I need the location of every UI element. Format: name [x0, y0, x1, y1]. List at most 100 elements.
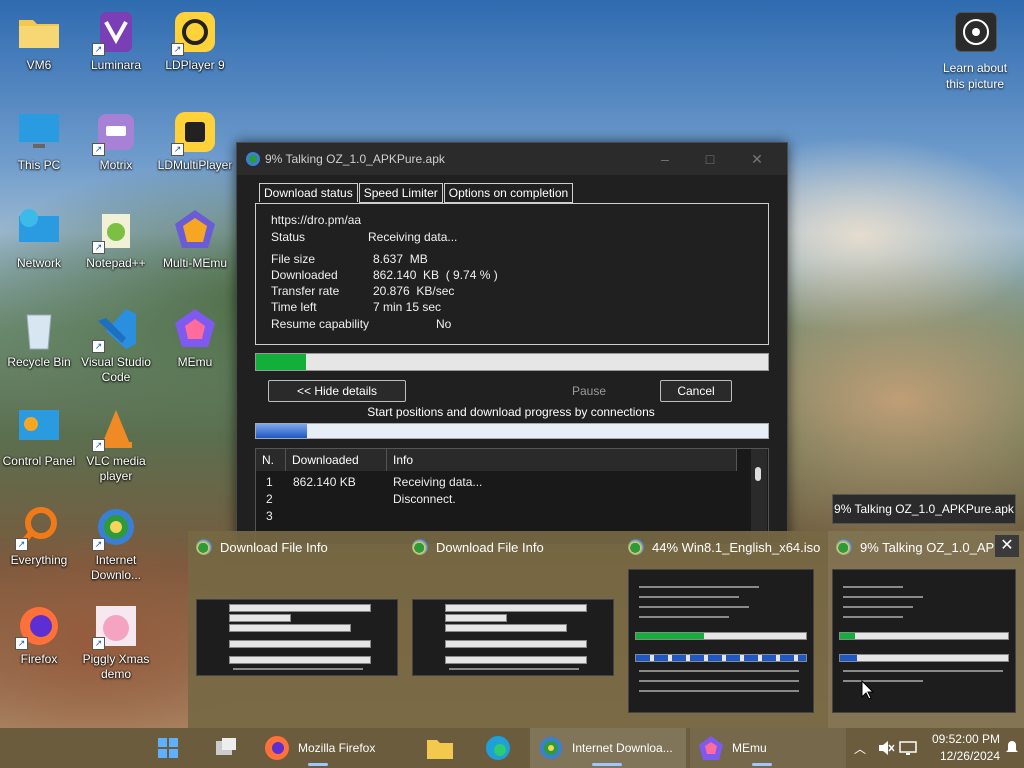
taskbar: Mozilla Firefox Internet Downloa... MEmu…: [0, 728, 1024, 768]
desktop-icon-label: Motrix: [99, 158, 133, 172]
taskbar-edge[interactable]: [478, 728, 518, 768]
minimize-button[interactable]: –: [657, 151, 673, 167]
desktop-icon-label: This PC: [17, 158, 61, 172]
learn-about-picture-label: Learn about this picture: [942, 61, 1008, 91]
time-left-value: 7 min 15 sec: [373, 300, 442, 314]
shortcut-arrow-icon: ↗: [92, 241, 105, 254]
maximize-button[interactable]: □: [702, 151, 718, 167]
thumbnail-download-file-info-2[interactable]: Download File Info: [404, 531, 619, 728]
row-number: 1: [266, 475, 273, 489]
notification-bell-icon: [1006, 741, 1018, 752]
table-row[interactable]: 3: [256, 509, 746, 526]
control-panel-icon: [17, 406, 61, 450]
everything-icon: ↗: [15, 505, 61, 551]
notifications-button[interactable]: [1004, 728, 1020, 768]
status-label: Status: [271, 230, 306, 244]
downloaded-label: Downloaded: [271, 268, 338, 282]
desktop-icon-recycle-bin[interactable]: Recycle Bin: [0, 307, 78, 370]
desktop-icon-idm[interactable]: ↗ Internet Downlo...: [77, 505, 155, 583]
close-button[interactable]: ✕: [749, 151, 765, 167]
task-view-icon: [216, 738, 236, 755]
cancel-button[interactable]: Cancel: [660, 380, 732, 402]
start-button[interactable]: [150, 728, 186, 768]
piggly-icon: ↗: [92, 604, 138, 650]
desktop-icon-vm6[interactable]: VM6: [0, 10, 78, 73]
memu-icon: [173, 307, 217, 351]
vscode-icon: ↗: [92, 307, 138, 353]
network-status-button[interactable]: [898, 728, 918, 768]
system-clock[interactable]: 09:52:00 PM 12/26/2024: [920, 731, 1000, 765]
task-view-button[interactable]: [206, 728, 246, 768]
download-status-panel: https://dro.pm/aa Status Receiving data.…: [255, 203, 769, 345]
taskbar-memu[interactable]: MEmu: [690, 728, 846, 768]
tab-bar: Download status Speed Limiter Options on c…: [259, 183, 574, 203]
learn-about-picture-button[interactable]: [955, 12, 997, 52]
row-info: Disconnect.: [393, 492, 456, 506]
desktop-icon-memu[interactable]: MEmu: [156, 307, 234, 370]
thumbnail-win81-iso[interactable]: 44% Win8.1_English_x64.iso: [620, 531, 820, 728]
desktop-icon-label: LDPlayer 9: [165, 58, 225, 72]
idm-icon: ↗: [92, 505, 138, 551]
desktop-icon-control-panel[interactable]: Control Panel: [0, 406, 78, 469]
transfer-rate-value: 20.876 KB/sec: [373, 284, 455, 298]
shortcut-arrow-icon: ↗: [171, 43, 184, 56]
desktop-icon-motrix[interactable]: ↗ Motrix: [77, 110, 155, 173]
thumbnail-preview: [196, 599, 398, 676]
taskbar-firefox[interactable]: Mozilla Firefox: [258, 728, 394, 768]
scrollbar-thumb[interactable]: [755, 467, 761, 481]
desktop-icon-ldmultiplayer[interactable]: ↗ LDMultiPlayer: [156, 110, 234, 173]
table-row[interactable]: 1 862.140 KB Receiving data...: [256, 475, 746, 492]
tab-download-status[interactable]: Download status: [259, 183, 358, 202]
hide-details-button[interactable]: << Hide details: [268, 380, 406, 402]
show-hidden-icons-button[interactable]: ︿: [852, 728, 868, 768]
taskbar-item-label: Mozilla Firefox: [298, 741, 376, 755]
desktop-icon-luminara[interactable]: ↗ Luminara: [77, 10, 155, 73]
shortcut-arrow-icon: ↗: [92, 143, 105, 156]
taskbar-internet-download-manager[interactable]: Internet Downloa...: [530, 728, 686, 768]
thumbnail-talking-oz[interactable]: 9% Talking OZ_1.0_APK...: [828, 531, 1024, 728]
row-info: Receiving data...: [393, 475, 483, 489]
close-thumbnail-button[interactable]: ✕: [995, 535, 1019, 557]
desktop-icon-vlc[interactable]: ↗ VLC media player: [77, 406, 155, 484]
column-header-downloaded[interactable]: Downloaded: [286, 449, 387, 471]
shortcut-arrow-icon: ↗: [92, 340, 105, 353]
desktop-icon-this-pc[interactable]: This PC: [0, 110, 78, 173]
desktop-icon-vscode[interactable]: ↗ Visual Studio Code: [77, 307, 155, 385]
desktop-icon-label: VM6: [26, 58, 52, 72]
window-titlebar[interactable]: 9% Talking OZ_1.0_APKPure.apk – □ ✕: [237, 143, 787, 175]
ldmultiplayer-icon: ↗: [171, 110, 217, 156]
desktop-icon-label: Notepad++: [86, 256, 146, 270]
desktop-icon-multi-memu[interactable]: Multi-MEmu: [156, 208, 234, 271]
thumbnail-download-file-info-1[interactable]: Download File Info: [188, 531, 403, 728]
window-title: 9% Talking OZ_1.0_APKPure.apk: [265, 152, 445, 166]
file-size-value: 8.637 MB: [373, 252, 428, 266]
idm-icon: [412, 539, 428, 555]
desktop-icon-everything[interactable]: ↗ Everything: [0, 505, 78, 568]
thumbnail-title: Download File Info: [220, 539, 328, 555]
shortcut-arrow-icon: ↗: [92, 43, 105, 56]
tab-speed-limiter[interactable]: Speed Limiter: [358, 183, 443, 203]
desktop-icon-notepadpp[interactable]: ↗ Notepad++: [77, 208, 155, 271]
desktop-icon-firefox[interactable]: ↗ Firefox: [0, 604, 78, 667]
column-header-info[interactable]: Info: [387, 449, 737, 471]
taskbar-file-explorer[interactable]: [420, 728, 460, 768]
status-value: Receiving data...: [368, 230, 458, 244]
desktop-icon-label: Internet Downlo...: [90, 553, 142, 582]
pause-button[interactable]: Pause: [549, 380, 629, 402]
column-header-n[interactable]: N.: [256, 449, 286, 471]
volume-muted-icon: [879, 741, 895, 755]
folder-icon: [427, 740, 453, 759]
thumbnail-preview: [412, 599, 614, 676]
desktop-icon-piggly[interactable]: ↗ Piggly Xmas demo: [77, 604, 155, 682]
resume-capability-label: Resume capability: [271, 317, 370, 331]
table-row[interactable]: 2 Disconnect.: [256, 492, 746, 509]
desktop-icon-network[interactable]: Network: [0, 208, 78, 271]
luminara-icon: ↗: [92, 10, 138, 56]
volume-muted-button[interactable]: [876, 728, 896, 768]
tab-options-on-completion[interactable]: Options on completion: [443, 183, 574, 203]
time-left-label: Time left: [271, 300, 317, 314]
download-progress-bar: [255, 353, 769, 371]
clock-time: 09:52:00 PM: [931, 732, 1000, 746]
table-scrollbar[interactable]: [751, 449, 767, 544]
desktop-icon-ldplayer[interactable]: ↗ LDPlayer 9: [156, 10, 234, 73]
